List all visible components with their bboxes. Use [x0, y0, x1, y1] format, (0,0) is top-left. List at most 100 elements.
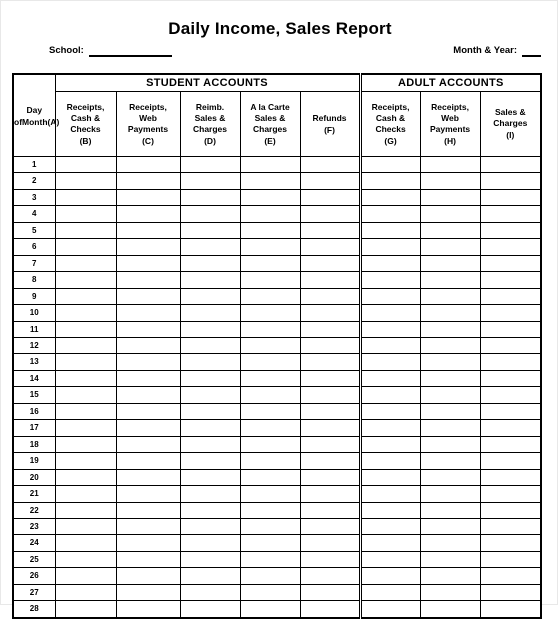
entry-cell-c-day-21[interactable]: [115, 485, 181, 503]
entry-cell-i-day-2[interactable]: [479, 172, 542, 190]
entry-cell-e-day-19[interactable]: [239, 452, 301, 470]
entry-cell-c-day-25[interactable]: [115, 550, 181, 569]
entry-cell-g-day-20[interactable]: [358, 468, 421, 487]
entry-cell-c-day-15[interactable]: [115, 386, 181, 404]
entry-cell-f-day-19[interactable]: [299, 452, 361, 470]
entry-cell-c-day-26[interactable]: [115, 567, 181, 585]
entry-cell-c-day-1[interactable]: [115, 155, 181, 174]
entry-cell-b-day-4[interactable]: [54, 205, 117, 223]
entry-cell-f-day-16[interactable]: [299, 402, 361, 421]
entry-cell-b-day-17[interactable]: [54, 419, 117, 437]
entry-cell-e-day-3[interactable]: [239, 188, 301, 207]
entry-cell-f-day-20[interactable]: [299, 468, 361, 487]
entry-cell-d-day-2[interactable]: [179, 172, 241, 190]
entry-cell-f-day-9[interactable]: [299, 287, 361, 306]
entry-cell-i-day-21[interactable]: [479, 485, 542, 503]
entry-cell-g-day-23[interactable]: [358, 517, 421, 536]
entry-cell-b-day-18[interactable]: [54, 435, 117, 454]
entry-cell-f-day-8[interactable]: [299, 271, 361, 289]
entry-cell-f-day-7[interactable]: [299, 254, 361, 273]
entry-cell-f-day-2[interactable]: [299, 172, 361, 190]
entry-cell-e-day-12[interactable]: [239, 336, 301, 355]
entry-cell-e-day-1[interactable]: [239, 155, 301, 174]
entry-cell-i-day-5[interactable]: [479, 221, 542, 240]
entry-cell-f-day-6[interactable]: [299, 238, 361, 256]
entry-cell-c-day-3[interactable]: [115, 188, 181, 207]
entry-cell-f-day-26[interactable]: [299, 567, 361, 585]
entry-cell-d-day-18[interactable]: [179, 435, 241, 454]
entry-cell-d-day-14[interactable]: [179, 369, 241, 388]
month-year-input[interactable]: [522, 45, 541, 57]
entry-cell-h-day-2[interactable]: [419, 172, 481, 190]
entry-cell-h-day-1[interactable]: [419, 155, 481, 174]
entry-cell-h-day-27[interactable]: [419, 583, 481, 602]
entry-cell-h-day-8[interactable]: [419, 271, 481, 289]
entry-cell-i-day-28[interactable]: [479, 600, 542, 619]
entry-cell-b-day-11[interactable]: [54, 320, 117, 338]
entry-cell-b-day-24[interactable]: [54, 534, 117, 552]
entry-cell-h-day-21[interactable]: [419, 485, 481, 503]
entry-cell-c-day-5[interactable]: [115, 221, 181, 240]
entry-cell-d-day-20[interactable]: [179, 468, 241, 487]
entry-cell-d-day-17[interactable]: [179, 419, 241, 437]
entry-cell-h-day-15[interactable]: [419, 386, 481, 404]
entry-cell-h-day-7[interactable]: [419, 254, 481, 273]
entry-cell-b-day-14[interactable]: [54, 369, 117, 388]
entry-cell-e-day-28[interactable]: [239, 600, 301, 619]
entry-cell-c-day-9[interactable]: [115, 287, 181, 306]
entry-cell-i-day-12[interactable]: [479, 336, 542, 355]
entry-cell-d-day-16[interactable]: [179, 402, 241, 421]
entry-cell-d-day-6[interactable]: [179, 238, 241, 256]
entry-cell-f-day-23[interactable]: [299, 517, 361, 536]
entry-cell-b-day-6[interactable]: [54, 238, 117, 256]
entry-cell-e-day-10[interactable]: [239, 304, 301, 322]
entry-cell-e-day-20[interactable]: [239, 468, 301, 487]
entry-cell-g-day-4[interactable]: [358, 205, 421, 223]
entry-cell-f-day-27[interactable]: [299, 583, 361, 602]
entry-cell-f-day-11[interactable]: [299, 320, 361, 338]
entry-cell-b-day-19[interactable]: [54, 452, 117, 470]
entry-cell-c-day-17[interactable]: [115, 419, 181, 437]
entry-cell-f-day-1[interactable]: [299, 155, 361, 174]
entry-cell-d-day-9[interactable]: [179, 287, 241, 306]
entry-cell-b-day-2[interactable]: [54, 172, 117, 190]
entry-cell-c-day-23[interactable]: [115, 517, 181, 536]
entry-cell-i-day-8[interactable]: [479, 271, 542, 289]
entry-cell-g-day-21[interactable]: [358, 485, 421, 503]
entry-cell-e-day-14[interactable]: [239, 369, 301, 388]
entry-cell-d-day-7[interactable]: [179, 254, 241, 273]
entry-cell-f-day-25[interactable]: [299, 550, 361, 569]
entry-cell-e-day-22[interactable]: [239, 501, 301, 519]
entry-cell-c-day-28[interactable]: [115, 600, 181, 619]
entry-cell-g-day-1[interactable]: [358, 155, 421, 174]
entry-cell-f-day-17[interactable]: [299, 419, 361, 437]
entry-cell-f-day-18[interactable]: [299, 435, 361, 454]
entry-cell-b-day-9[interactable]: [54, 287, 117, 306]
entry-cell-c-day-7[interactable]: [115, 254, 181, 273]
entry-cell-h-day-25[interactable]: [419, 550, 481, 569]
entry-cell-g-day-15[interactable]: [358, 386, 421, 404]
entry-cell-g-day-9[interactable]: [358, 287, 421, 306]
entry-cell-i-day-3[interactable]: [479, 188, 542, 207]
entry-cell-d-day-19[interactable]: [179, 452, 241, 470]
entry-cell-h-day-28[interactable]: [419, 600, 481, 619]
entry-cell-h-day-4[interactable]: [419, 205, 481, 223]
entry-cell-h-day-10[interactable]: [419, 304, 481, 322]
entry-cell-i-day-22[interactable]: [479, 501, 542, 519]
entry-cell-h-day-22[interactable]: [419, 501, 481, 519]
entry-cell-h-day-12[interactable]: [419, 336, 481, 355]
entry-cell-g-day-8[interactable]: [358, 271, 421, 289]
entry-cell-g-day-16[interactable]: [358, 402, 421, 421]
entry-cell-e-day-6[interactable]: [239, 238, 301, 256]
entry-cell-e-day-4[interactable]: [239, 205, 301, 223]
entry-cell-g-day-19[interactable]: [358, 452, 421, 470]
entry-cell-d-day-23[interactable]: [179, 517, 241, 536]
entry-cell-g-day-24[interactable]: [358, 534, 421, 552]
entry-cell-g-day-14[interactable]: [358, 369, 421, 388]
entry-cell-d-day-26[interactable]: [179, 567, 241, 585]
entry-cell-b-day-12[interactable]: [54, 336, 117, 355]
entry-cell-g-day-22[interactable]: [358, 501, 421, 519]
entry-cell-f-day-5[interactable]: [299, 221, 361, 240]
entry-cell-h-day-19[interactable]: [419, 452, 481, 470]
entry-cell-b-day-8[interactable]: [54, 271, 117, 289]
